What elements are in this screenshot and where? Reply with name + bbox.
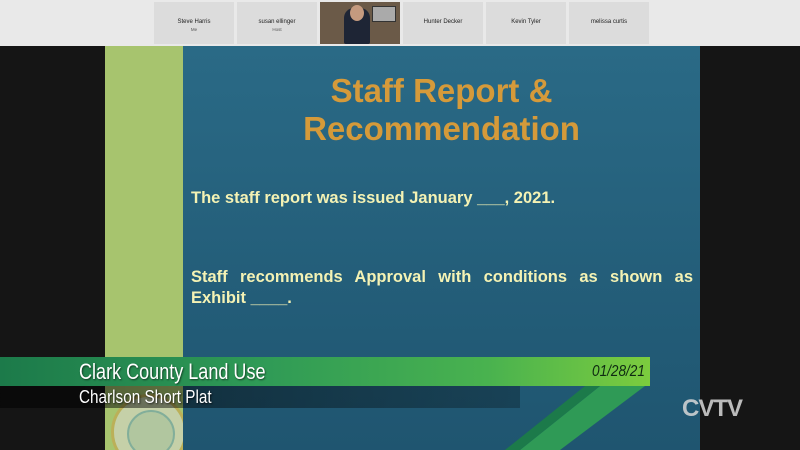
participant-tile-steve-harris[interactable]: Steve Harris Me <box>154 2 234 44</box>
slide-title: Staff Report & Recommendation <box>183 72 700 148</box>
slide-title-line-1: Staff Report & <box>330 72 553 109</box>
participant-role: Me <box>190 27 198 32</box>
participant-role: Host <box>272 27 282 32</box>
cvtv-logo: CVTV <box>682 395 743 422</box>
participant-name: Kevin Tyler <box>511 19 541 25</box>
right-frame <box>700 46 800 450</box>
participant-tile-hunter-decker[interactable]: Hunter Decker <box>403 2 483 44</box>
speaker-head <box>350 5 364 21</box>
wall-picture <box>372 6 396 22</box>
slide-text-staff-report: The staff report was issued January ___,… <box>191 189 556 207</box>
slide-text-recommendation: Staff recommends Approval with condition… <box>191 268 693 307</box>
participant-tile-susan-ellinger[interactable]: susan ellinger Host <box>237 2 317 44</box>
participant-name: Steve Harris <box>177 19 211 25</box>
participant-tile-melissa-curtis[interactable]: melissa curtis <box>569 2 649 44</box>
lower-third-date: 01/28/21 <box>592 363 645 380</box>
participant-video-tile[interactable] <box>320 2 400 44</box>
slide-title-line-2: Recommendation <box>303 110 580 147</box>
lower-third-title: Clark County Land Use <box>79 359 266 384</box>
lower-third-subtitle: Charlson Short Plat <box>79 387 212 407</box>
participant-strip: Steve Harris Me susan ellinger Host Hunt… <box>0 0 800 46</box>
participant-name: melissa curtis <box>590 19 628 25</box>
participant-name: susan ellinger <box>258 19 296 25</box>
participant-name: Hunter Decker <box>423 19 463 25</box>
participant-tile-kevin-tyler[interactable]: Kevin Tyler <box>486 2 566 44</box>
lower-third-subtitle-bar <box>0 386 520 408</box>
